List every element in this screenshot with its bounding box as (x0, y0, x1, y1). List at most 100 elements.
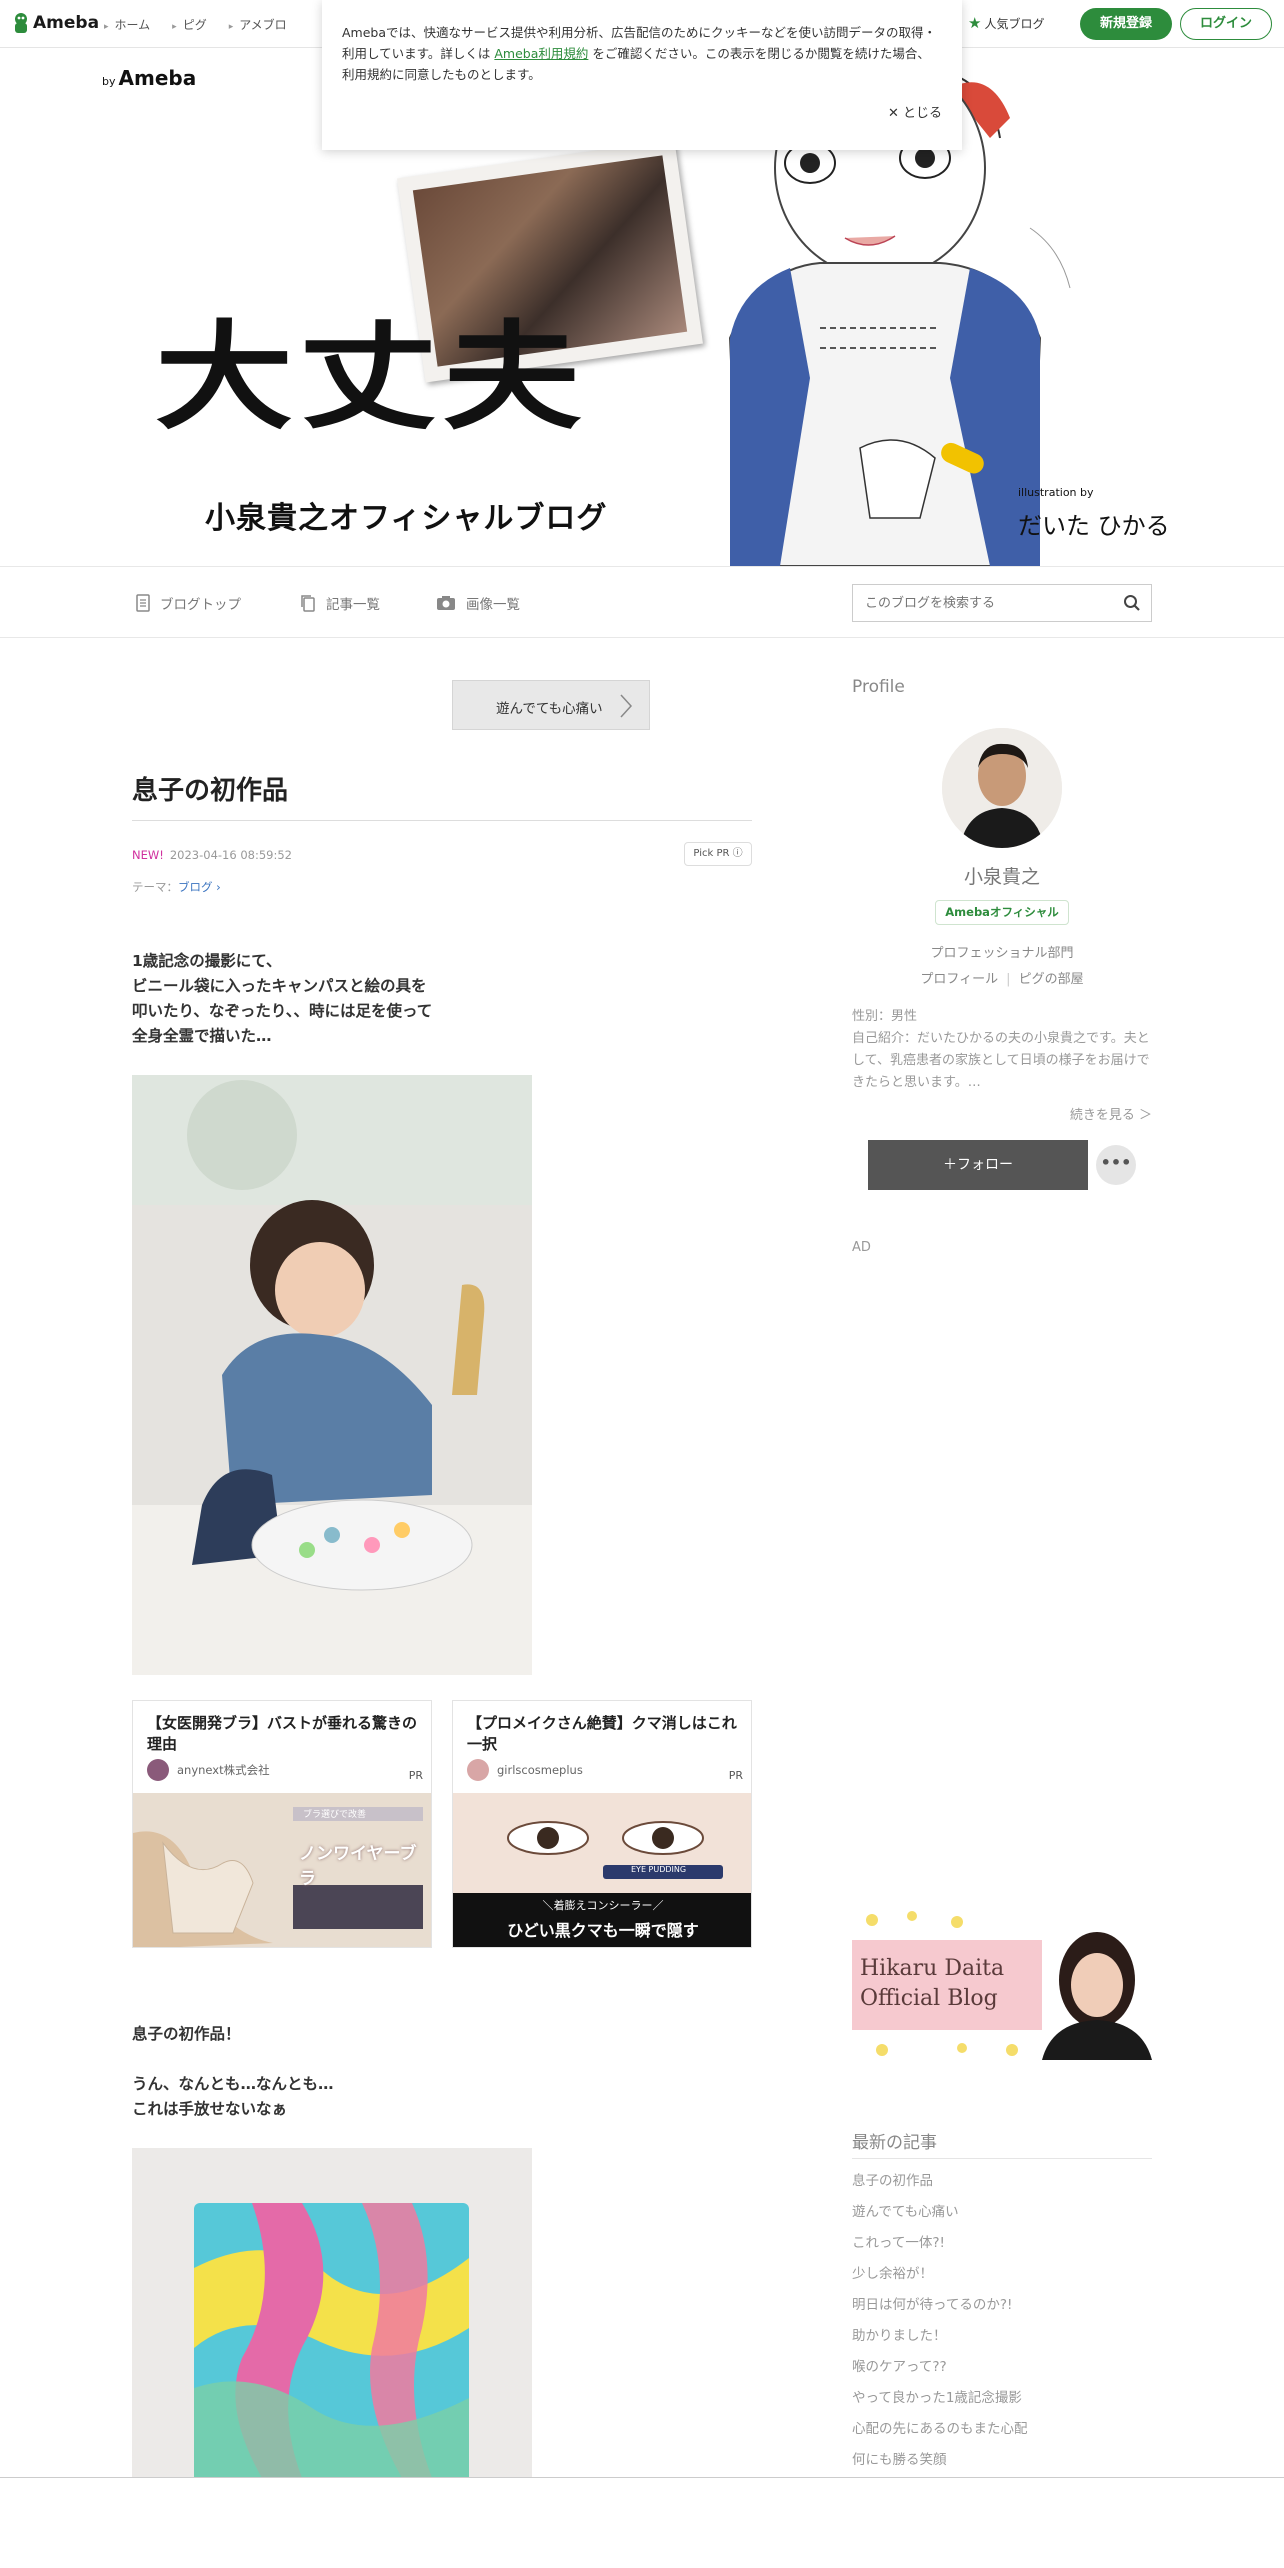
ad-label: AD (852, 1240, 871, 1255)
profile-link[interactable]: プロフィール (920, 972, 998, 987)
profile-self-intro: 自己紹介：だいたひかるの夫の小泉貴之です。夫として、乳癌患者の家族として日頃の様… (852, 1031, 1150, 1090)
blog-search-input[interactable] (853, 585, 1103, 621)
signup-button[interactable]: 新規登録 (1080, 8, 1172, 40)
cookie-notice: Amebaでは、快適なサービス提供や利用分析、広告配信のためにクッキーなどを使い… (322, 0, 962, 150)
title-divider (132, 820, 752, 821)
global-nav-ameblo[interactable]: アメブロ (229, 16, 286, 33)
recent-entries: 息子の初作品 遊んでても心痛い これって一体?! 少し余裕が！ 明日は何が待って… (852, 2170, 1028, 2480)
new-badge: NEW! (132, 848, 164, 862)
ad-image-text: ひどい黒クマも一瞬で隠す (507, 1921, 699, 1940)
blog-top-label: ブログトップ (160, 597, 241, 613)
ad-image: EYE PUDDING ＼着膨えコンシーラー／ ひどい黒クマも一瞬で隠す (453, 1793, 751, 1947)
global-nav-home[interactable]: ホーム (104, 16, 151, 33)
entry-photo-child[interactable] (132, 1075, 532, 1675)
popular-blog-link[interactable]: ★ 人気ブログ (968, 14, 1044, 32)
ad-advertiser: anynext株式会社 (147, 1759, 270, 1781)
recent-entry-link[interactable]: 喉のケアって?? (852, 2356, 1028, 2387)
ad-card[interactable]: 【女医開発ブラ】バストが垂れる驚きの理由 anynext株式会社 PR ブラ選び… (132, 1700, 432, 1948)
banner-title-line: Official Blog (860, 1986, 998, 2011)
theme-label: テーマ： (132, 880, 178, 894)
recent-entry-link[interactable]: 遊んでても心痛い (852, 2201, 1028, 2232)
entry-paragraph-2: 息子の初作品！ (132, 2022, 241, 2047)
by-ameba-logo: by Ameba (102, 66, 196, 90)
header-title: 大丈夫 (155, 307, 588, 446)
text-line: 全身全霊で描いた… (132, 1027, 272, 1045)
profile-gender: 性別：男性 (852, 1009, 918, 1024)
ad-image: ブラ選びで改善 ノンワイヤーブラ (133, 1793, 431, 1947)
pr-label: PR (408, 1769, 423, 1782)
entry-list-link[interactable]: 記事一覧 (300, 593, 380, 613)
chevron-right-icon (620, 694, 633, 718)
theme-link[interactable]: ブログ › (178, 880, 221, 894)
text-line: 息子の初作品！ (132, 2025, 241, 2043)
official-badge: Amebaオフィシャル (935, 900, 1069, 925)
global-nav-pigg[interactable]: ピグ (172, 16, 207, 33)
terms-link[interactable]: Ameba利用規約 (494, 46, 588, 61)
image-list-label: 画像一覧 (466, 597, 520, 613)
pigg-room-link[interactable]: ピグの部屋 (1019, 972, 1084, 987)
more-options-button[interactable]: ••• (1096, 1145, 1136, 1185)
text-line: ビニール袋に入ったキャンパスと絵の具を (132, 977, 427, 995)
ameba-logo-text: Ameba (33, 13, 100, 33)
entry-title: 息子の初作品 (132, 776, 289, 806)
copy-icon (301, 595, 315, 612)
profile-name[interactable]: 小泉貴之 (852, 862, 1152, 889)
entry-date: 2023-04-16 08:59:52 (169, 848, 292, 862)
image-list-link[interactable]: 画像一覧 (436, 593, 520, 613)
ameba-logo[interactable]: Ameba (12, 12, 99, 34)
entry-meta: NEW! 2023-04-16 08:59:52 (132, 848, 292, 862)
prev-entry-button[interactable]: 遊んでても心痛い (452, 680, 650, 730)
advertiser-name: anynext株式会社 (177, 1763, 270, 1777)
cookie-text: Amebaでは、快適なサービス提供や利用分析、広告配信のためにクッキーなどを使い… (342, 22, 940, 85)
ad-image-text: EYE PUDDING (631, 1865, 687, 1874)
header-subtitle: 小泉貴之オフィシャルブログ (205, 501, 608, 536)
ad-title: 【女医開発ブラ】バストが垂れる驚きの理由 (147, 1714, 418, 1753)
entry-theme: テーマ：ブログ › (132, 879, 221, 895)
ad-advertiser: girlscosmeplus (467, 1759, 583, 1781)
text-line: 叩いたり、なぞったり、、時には足を使って (132, 1002, 433, 1020)
ad-image-text: ブラ選びで改善 (303, 1810, 367, 1820)
text-line: 1歳記念の撮影にて、 (132, 952, 282, 970)
login-button[interactable]: ログイン (1180, 8, 1272, 40)
entry-paragraph-3: うん、なんとも…なんとも… これは手放せないなぁ (132, 2072, 334, 2122)
recent-entry-link[interactable]: 心配の先にあるのもまた心配 (852, 2418, 1028, 2449)
recent-entry-link[interactable]: これって一体?! (852, 2232, 1028, 2263)
official-blog-banner[interactable]: Hikaru Daita Official Blog (852, 1910, 1152, 2060)
ad-title: 【プロメイクさん絶賛】クマ消しはこれ一択 (467, 1714, 737, 1753)
profile-intro: 性別：男性 自己紹介：だいたひかるの夫の小泉貴之です。夫として、乳癌患者の家族と… (852, 1006, 1152, 1094)
cookie-close-button[interactable]: ✕ とじる (888, 102, 942, 121)
theme-link-label: ブログ (178, 880, 213, 894)
document-icon (136, 594, 150, 612)
recent-entry-link[interactable]: やって良かった1歳記念撮影 (852, 2387, 1028, 2418)
entry-photo-artwork[interactable] (132, 2148, 532, 2478)
recent-entry-link[interactable]: 何にも勝る笑顔 (852, 2449, 1028, 2480)
blog-nav: ブログトップ 記事一覧 画像一覧 (0, 566, 1284, 638)
prev-entry-label: 遊んでても心痛い (496, 701, 603, 717)
search-icon[interactable] (1123, 594, 1141, 612)
profile-category[interactable]: プロフェッショナル部門 (852, 942, 1152, 961)
text-line: これは手放せないなぁ (132, 2100, 288, 2118)
ameba-mascot-icon (15, 13, 27, 33)
read-more-link[interactable]: 続きを見る ＞ (852, 1104, 1152, 1123)
profile-avatar[interactable] (942, 728, 1062, 848)
blog-search (852, 584, 1152, 622)
recent-entry-link[interactable]: 息子の初作品 (852, 2170, 1028, 2201)
entry-paragraph-1: 1歳記念の撮影にて、 ビニール袋に入ったキャンパスと絵の具を 叩いたり、なぞった… (132, 949, 432, 1049)
recent-entry-link[interactable]: 助かりました！ (852, 2325, 1028, 2356)
illustrator-signature: だいた ひかる (1018, 512, 1170, 540)
star-icon: ★ (968, 14, 982, 32)
advertiser-name: girlscosmeplus (497, 1763, 583, 1777)
pick-pr-button[interactable]: Pick PR ⓘ (684, 842, 752, 866)
pr-label: PR (728, 1769, 743, 1782)
global-nav: ホーム ピグ アメブロ (104, 16, 309, 33)
ad-image-text: ＼着膨えコンシーラー／ (542, 1899, 664, 1912)
blog-top-link[interactable]: ブログトップ (136, 593, 241, 613)
follow-button[interactable]: ＋フォロー (868, 1140, 1088, 1190)
recent-entry-link[interactable]: 明日は何が待ってるのか?! (852, 2294, 1028, 2325)
advertiser-avatar (147, 1759, 169, 1781)
ad-card[interactable]: 【プロメイクさん絶賛】クマ消しはこれ一択 girlscosmeplus PR E… (452, 1700, 752, 1948)
camera-icon (437, 596, 455, 610)
bottom-divider (0, 2477, 1284, 2478)
recent-entry-link[interactable]: 少し余裕が！ (852, 2263, 1028, 2294)
entry-list-label: 記事一覧 (326, 597, 380, 613)
